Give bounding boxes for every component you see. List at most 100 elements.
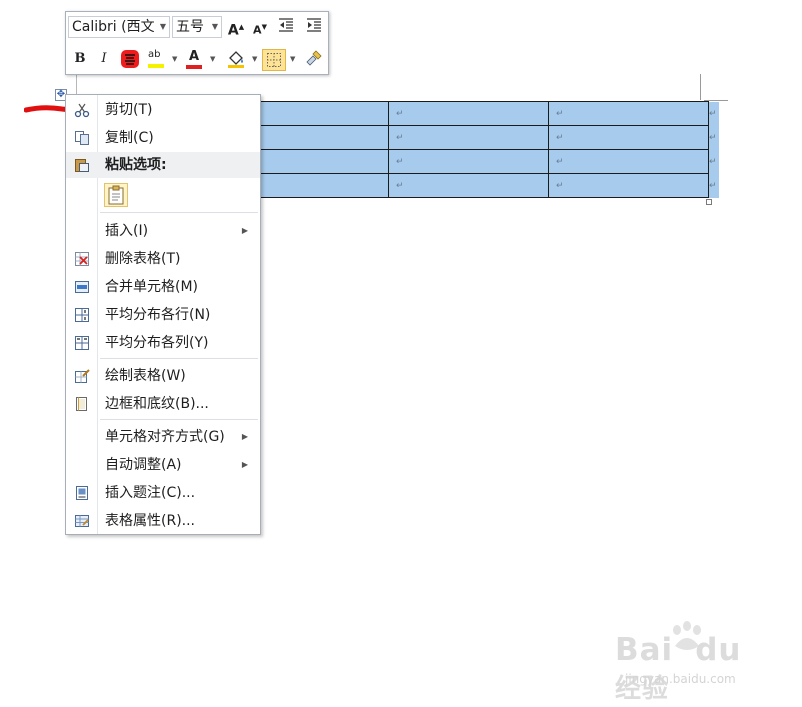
menu-item-insert-caption[interactable]: 插入题注(C)... xyxy=(66,480,260,506)
menu-item-label: 单元格对齐方式(G) xyxy=(105,429,225,445)
menu-separator xyxy=(100,212,258,213)
grow-font-button[interactable]: A▲ xyxy=(226,17,246,39)
menu-item-label: 复制(C) xyxy=(105,130,154,146)
menu-separator xyxy=(100,358,258,359)
chevron-down-icon[interactable]: ▼ xyxy=(210,49,215,69)
menu-item-table-properties[interactable]: 表格属性(R)... xyxy=(66,508,260,534)
italic-button[interactable]: I xyxy=(94,49,114,69)
center-align-button[interactable] xyxy=(120,49,140,69)
chevron-down-icon: ▼ xyxy=(211,22,218,31)
row-end: ↵ xyxy=(708,149,719,174)
shading-button[interactable] xyxy=(226,49,246,69)
table-cell[interactable]: ↵ xyxy=(388,125,549,150)
font-size-combo[interactable]: 五号 ▼ xyxy=(172,16,222,38)
menu-item-distribute-columns[interactable]: 平均分布各列(Y) xyxy=(66,330,260,356)
cell-end-mark: ↵ xyxy=(396,132,404,143)
menu-item-label: 自动调整(A) xyxy=(105,457,182,473)
highlight-button[interactable]: ab xyxy=(146,49,168,69)
insert-caption-icon xyxy=(76,486,88,500)
menu-item-merge-cells[interactable]: 合并单元格(M) xyxy=(66,274,260,300)
submenu-arrow-icon: ▶ xyxy=(241,226,248,235)
font-color-button[interactable]: A xyxy=(184,47,204,69)
menu-item-label: 剪切(T) xyxy=(105,102,153,118)
chevron-down-icon: ▼ xyxy=(159,22,166,31)
table-cell[interactable]: ↵ xyxy=(388,101,549,126)
menu-item-distribute-rows[interactable]: 平均分布各行(N) xyxy=(66,302,260,328)
format-painter-button[interactable] xyxy=(304,49,324,69)
menu-item-cell-alignment[interactable]: 单元格对齐方式(G) ▶ xyxy=(66,424,260,450)
row-end-mark: ↵ xyxy=(709,108,717,119)
borders-button[interactable] xyxy=(262,49,286,71)
table-resize-handle[interactable] xyxy=(706,199,712,205)
scissors-icon xyxy=(74,103,90,118)
merge-cells-icon xyxy=(75,281,89,293)
row-end: ↵ xyxy=(708,125,719,150)
paint-bucket-icon xyxy=(228,51,244,68)
chevron-down-icon[interactable]: ▼ xyxy=(290,49,295,69)
menu-item-autofit[interactable]: 自动调整(A) ▶ xyxy=(66,452,260,478)
decrease-indent-button[interactable] xyxy=(276,17,296,37)
font-name-value: Calibri (西文 xyxy=(72,19,155,35)
bold-button[interactable]: B xyxy=(70,49,90,69)
font-name-combo[interactable]: Calibri (西文 ▼ xyxy=(68,16,170,38)
cell-end-mark: ↵ xyxy=(396,108,404,119)
table-cell[interactable]: ↵ xyxy=(548,125,709,150)
shrink-font-button[interactable]: A▼ xyxy=(250,17,270,37)
table-cell[interactable]: ↵ xyxy=(548,101,709,126)
menu-item-label: 插入(I) xyxy=(105,223,149,239)
table-cell[interactable]: ↵ xyxy=(388,173,549,198)
menu-item-delete-table[interactable]: 删除表格(T) xyxy=(66,246,260,272)
highlight-color-swatch xyxy=(148,64,164,68)
context-menu: 剪切(T) 复制(C) 粘贴选项: 插入(I) ▶ 删除表格(T) 合并单元格(… xyxy=(65,94,261,535)
watermark-url: jingyan.baidu.com xyxy=(625,672,736,686)
page-margin-left-mark xyxy=(76,74,77,96)
table-row: ↵ ↵ ↵ xyxy=(258,173,719,198)
submenu-arrow-icon: ▶ xyxy=(241,460,248,469)
cell-end-mark: ↵ xyxy=(556,132,564,143)
chevron-down-icon[interactable]: ▼ xyxy=(252,49,257,69)
menu-separator xyxy=(100,419,258,420)
shrink-font-icon: A xyxy=(253,23,262,37)
table-properties-icon xyxy=(75,515,89,527)
row-end: ↵ xyxy=(708,173,719,198)
mini-toolbar: Calibri (西文 ▼ 五号 ▼ A▲ A▼ B I ab ▼ A ▼ ▼ … xyxy=(65,11,329,75)
table-cell[interactable]: ↵ xyxy=(548,173,709,198)
table-cell[interactable]: ↵ xyxy=(548,149,709,174)
center-align-icon xyxy=(121,50,139,68)
row-end-mark: ↵ xyxy=(709,180,717,191)
table-cell[interactable] xyxy=(258,149,389,174)
menu-item-draw-table[interactable]: 绘制表格(W) xyxy=(66,363,260,389)
cell-end-mark: ↵ xyxy=(556,108,564,119)
paste-icon xyxy=(75,159,89,172)
submenu-arrow-icon: ▶ xyxy=(241,432,248,441)
menu-item-insert[interactable]: 插入(I) ▶ xyxy=(66,218,260,244)
menu-item-label: 合并单元格(M) xyxy=(105,279,199,295)
menu-item-label: 删除表格(T) xyxy=(105,251,181,267)
table-row: ↵ ↵ ↵ xyxy=(258,101,719,126)
menu-item-cut[interactable]: 剪切(T) xyxy=(66,97,260,123)
paste-keep-text-icon xyxy=(108,185,124,205)
menu-item-label: 粘贴选项: xyxy=(105,157,167,173)
menu-item-label: 边框和底纹(B)... xyxy=(105,396,209,412)
row-end-mark: ↵ xyxy=(709,132,717,143)
selected-table[interactable]: ↵ ↵ ↵ ↵ ↵ ↵ ↵ ↵ ↵ ↵ ↵ ↵ xyxy=(258,101,719,198)
menu-item-label: 平均分布各行(N) xyxy=(105,307,211,323)
paste-keep-text-button[interactable] xyxy=(104,183,128,207)
chevron-down-icon[interactable]: ▼ xyxy=(172,49,177,69)
table-cell[interactable]: ↵ xyxy=(388,149,549,174)
distribute-rows-icon xyxy=(75,308,89,322)
table-cell[interactable] xyxy=(258,125,389,150)
watermark-brand: Bai du经验 xyxy=(615,632,742,704)
font-size-value: 五号 xyxy=(176,19,204,35)
table-row: ↵ ↵ ↵ xyxy=(258,125,719,150)
menu-item-copy[interactable]: 复制(C) xyxy=(66,125,260,151)
delete-table-icon xyxy=(75,252,89,266)
table-cell[interactable] xyxy=(258,173,389,198)
menu-item-borders-shading[interactable]: 边框和底纹(B)... xyxy=(66,391,260,417)
distribute-columns-icon xyxy=(75,336,89,350)
increase-indent-button[interactable] xyxy=(304,17,324,37)
table-cell[interactable] xyxy=(258,101,389,126)
italic-icon: I xyxy=(101,51,107,66)
menu-item-label: 绘制表格(W) xyxy=(105,368,186,384)
borders-shading-icon xyxy=(76,397,87,411)
